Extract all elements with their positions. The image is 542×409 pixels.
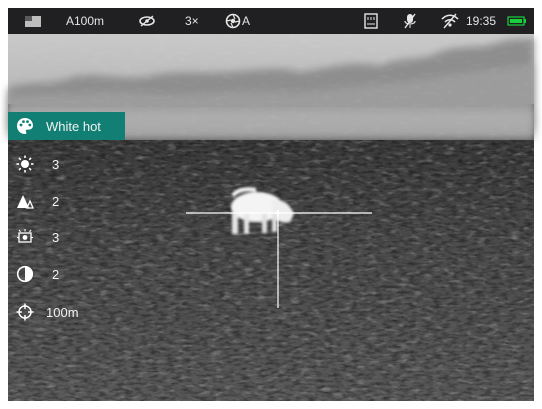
thermal-viewer: A100m 3× A 19:35 White hot 3 2 3 2 100m: [0, 0, 542, 409]
shutter-icon: [225, 8, 241, 34]
status-bar: A100m 3× A 19:35: [8, 8, 534, 34]
mic-off-icon: [403, 8, 417, 34]
palette-value: White hot: [46, 119, 101, 134]
wifi-off-icon: [440, 8, 460, 34]
calibration-mode: A: [242, 14, 251, 28]
brightness-icon: [16, 155, 34, 173]
smoothing-value: 3: [52, 230, 60, 245]
contrast-icon: [16, 265, 34, 283]
menu-item-palette[interactable]: White hot: [8, 112, 125, 140]
battery-icon: [507, 8, 527, 34]
display-mode-icon: [24, 8, 42, 34]
thermal-image: [0, 0, 542, 409]
eye-slash-icon: [138, 8, 156, 34]
palette-icon: [16, 117, 34, 135]
zoom-level: 3×: [185, 14, 199, 28]
reticle-icon: [16, 303, 34, 321]
sharpness-value: 2: [52, 194, 60, 209]
clock: 19:35: [466, 14, 497, 28]
brightness-value: 3: [52, 157, 60, 172]
sharpness-icon: [16, 192, 34, 210]
zeroing-distance-value: 100m: [46, 305, 79, 320]
sd-card-icon: [363, 8, 379, 34]
contrast-value: 2: [52, 267, 60, 282]
range-readout: A100m: [66, 14, 105, 28]
smoothing-icon: [16, 228, 34, 246]
